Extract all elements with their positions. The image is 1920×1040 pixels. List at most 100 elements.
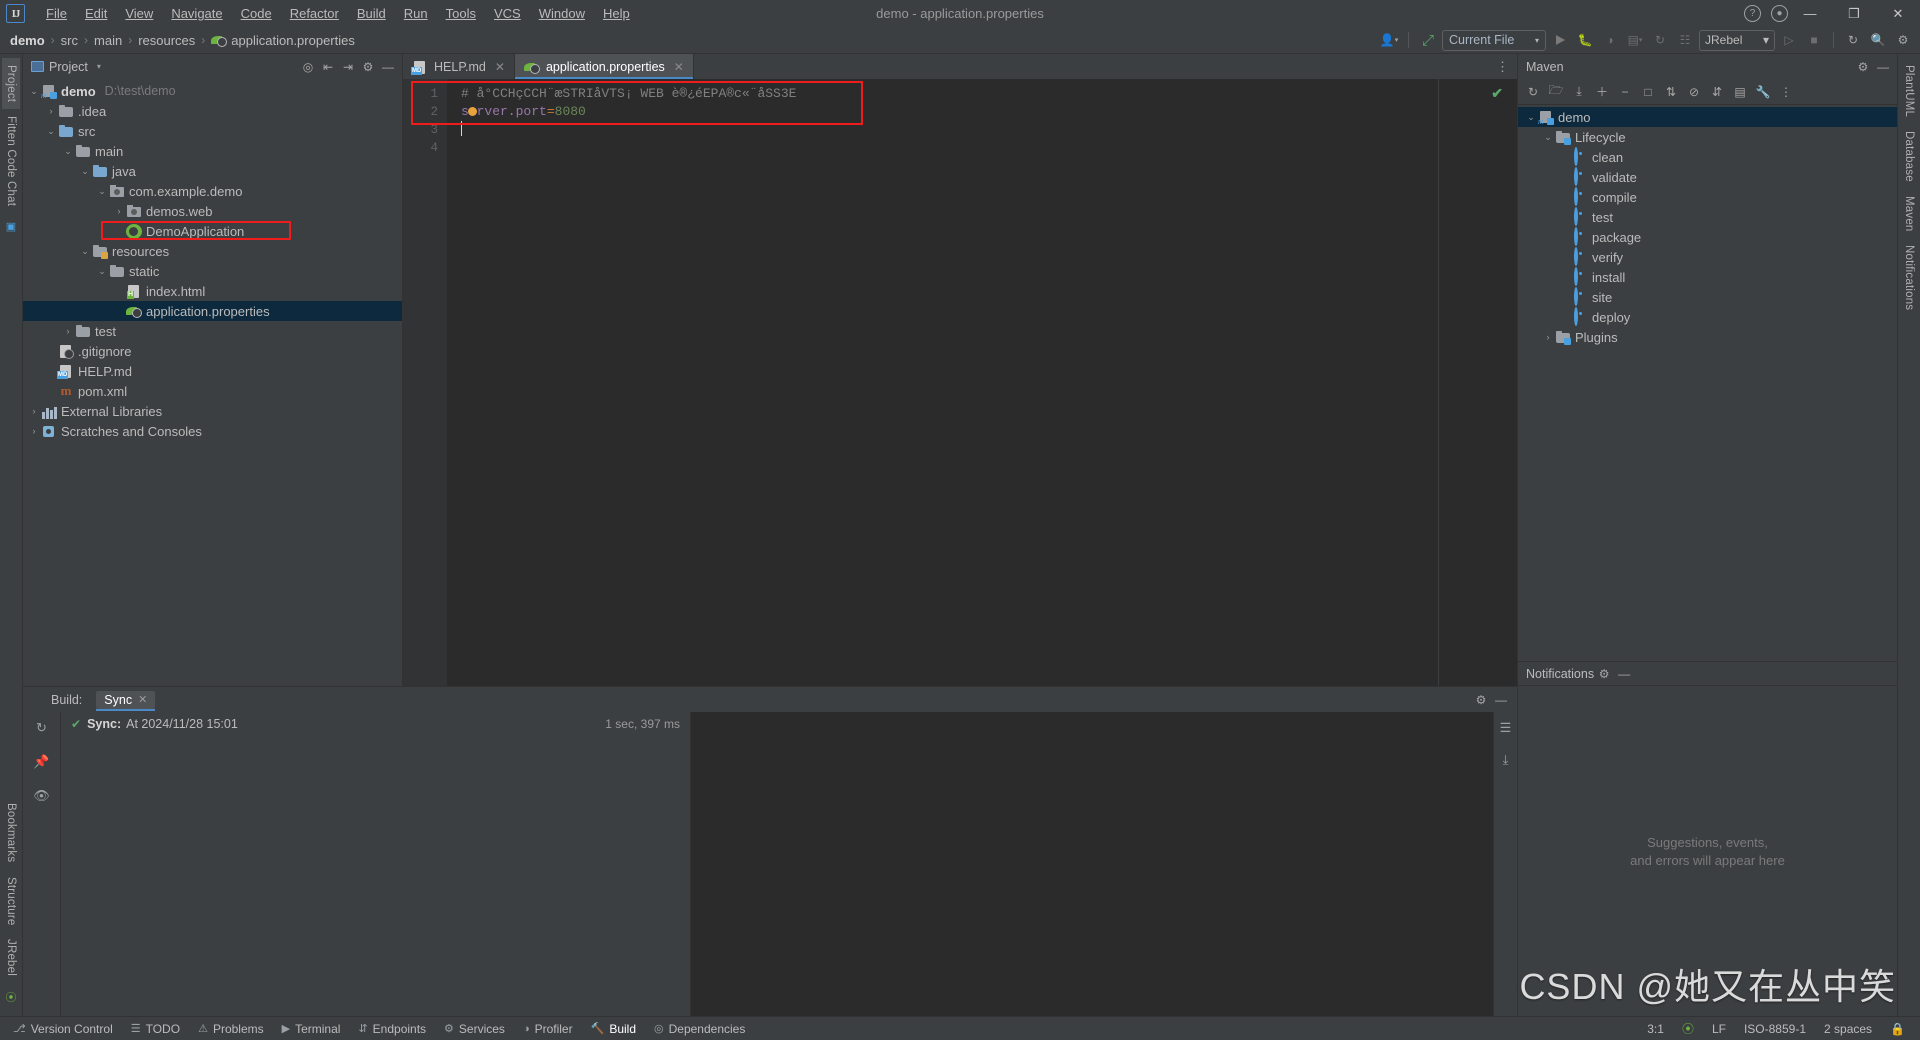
- close-icon[interactable]: ✕: [674, 60, 684, 74]
- status-profiler[interactable]: ◑ Profiler: [514, 1022, 582, 1036]
- build-sync-row[interactable]: ✔ Sync: At 2024/11/28 15:01 1 sec, 397 m…: [61, 714, 690, 734]
- status-line-separator[interactable]: LF: [1703, 1022, 1735, 1036]
- skip-tests-icon[interactable]: ⇵: [1706, 81, 1728, 102]
- tree-row-java[interactable]: ⌄ java: [23, 161, 402, 181]
- breadcrumb-main[interactable]: main: [94, 33, 122, 48]
- run-with-coverage-button[interactable]: ◑: [1599, 30, 1621, 51]
- console-filter-icon[interactable]: ☰: [1496, 718, 1516, 738]
- remove-icon[interactable]: −: [1614, 81, 1636, 102]
- maven-row-clean[interactable]: clean: [1518, 147, 1897, 167]
- user-avatar-icon[interactable]: 👤 ▾: [1378, 30, 1400, 51]
- maven-row-plugins[interactable]: › Plugins: [1518, 327, 1897, 347]
- menu-navigate[interactable]: Navigate: [162, 2, 231, 25]
- lock-icon[interactable]: 🔒: [1881, 1022, 1914, 1036]
- chevron-right-icon[interactable]: ›: [44, 106, 58, 116]
- menu-file[interactable]: File: [37, 2, 76, 25]
- maven-more-icon[interactable]: ⋮: [1775, 81, 1797, 102]
- debug-button[interactable]: 🐛: [1574, 30, 1596, 51]
- breadcrumb-leaf[interactable]: application.properties: [231, 33, 355, 48]
- rerun-button[interactable]: ↻: [1649, 30, 1671, 51]
- sidebar-tab-database[interactable]: Database: [1900, 124, 1918, 189]
- build-console[interactable]: ☰ ⤓: [691, 712, 1517, 1016]
- tree-row-com-example-demo[interactable]: ⌄ com.example.demo: [23, 181, 402, 201]
- execute-goal-icon[interactable]: ▤: [1729, 81, 1751, 102]
- chevron-down-icon[interactable]: ⌄: [27, 86, 41, 97]
- chevron-down-icon[interactable]: ⌄: [1524, 112, 1538, 123]
- sidebar-tab-maven[interactable]: Maven: [1900, 189, 1918, 239]
- menu-window[interactable]: Window: [530, 2, 594, 25]
- tree-row-main[interactable]: ⌄ main: [23, 141, 402, 161]
- tree-row-demo[interactable]: ⌄ demo D:\test\demo: [23, 81, 402, 101]
- chevron-down-icon[interactable]: ⌄: [1541, 132, 1555, 143]
- sidebar-tab-plantuml[interactable]: PlantUML: [1900, 58, 1918, 124]
- status-indent[interactable]: 2 spaces: [1815, 1022, 1881, 1036]
- expand-icon[interactable]: ⇅: [1660, 81, 1682, 102]
- maven-row-site[interactable]: site: [1518, 287, 1897, 307]
- jrebel-logo-icon[interactable]: ⦿: [3, 988, 20, 1005]
- code-line-2[interactable]: server.port=8080: [447, 103, 1517, 121]
- status-problems[interactable]: ⚠ Problems: [189, 1022, 273, 1036]
- status-terminal[interactable]: ▶ Terminal: [273, 1022, 350, 1036]
- rerun-sync-icon[interactable]: ↻: [32, 718, 52, 738]
- menu-build[interactable]: Build: [348, 2, 395, 25]
- project-panel-title-group[interactable]: Project ▾: [31, 60, 101, 74]
- tree-row-demoapplication[interactable]: DemoApplication: [23, 221, 402, 241]
- menu-view[interactable]: View: [116, 2, 162, 25]
- status-endpoints[interactable]: ⇵ Endpoints: [349, 1022, 435, 1036]
- tree-row-resources[interactable]: ⌄ resources: [23, 241, 402, 261]
- sidebar-tab-jrebel[interactable]: JRebel: [2, 932, 20, 983]
- maven-tree[interactable]: ⌄demo⌄Lifecyclecleanvalidatecompiletestp…: [1518, 105, 1897, 661]
- build-tree[interactable]: ✔ Sync: At 2024/11/28 15:01 1 sec, 397 m…: [61, 712, 691, 1016]
- maven-row-validate[interactable]: validate: [1518, 167, 1897, 187]
- maven-row-compile[interactable]: compile: [1518, 187, 1897, 207]
- editor-tab-application-properties[interactable]: application.properties ✕: [514, 54, 694, 79]
- code-line-1[interactable]: # å°CCHçCCH¨æSTRIåVTS¡ WEB è®¿éEPA®c«¨åS…: [447, 85, 1517, 103]
- settings-gear-icon[interactable]: ⚙: [1892, 30, 1914, 51]
- tree-row-application-properties[interactable]: application.properties: [23, 301, 402, 321]
- chevron-down-icon[interactable]: ⌄: [44, 126, 58, 137]
- tree-row-index-html[interactable]: index.html: [23, 281, 402, 301]
- build-settings-gear-icon[interactable]: ⚙: [1471, 690, 1491, 710]
- status-dependencies[interactable]: ◎ Dependencies: [645, 1022, 754, 1036]
- tree-row--idea[interactable]: › .idea: [23, 101, 402, 121]
- editor-code-area[interactable]: # å°CCHçCCH¨æSTRIåVTS¡ WEB è®¿éEPA®c«¨åS…: [447, 79, 1517, 686]
- status-build[interactable]: 🔨 Build: [582, 1022, 645, 1036]
- console-scroll-end-icon[interactable]: ⤓: [1496, 750, 1516, 770]
- inspection-ok-icon[interactable]: ✔: [1491, 85, 1503, 102]
- build-hammer-icon[interactable]: ⤢: [1417, 30, 1439, 51]
- maximize-button[interactable]: ❐: [1832, 0, 1876, 27]
- editor-tab-help-md[interactable]: HELP.md ✕: [403, 54, 515, 79]
- breadcrumb-resources[interactable]: resources: [138, 33, 195, 48]
- toggle-offline-icon[interactable]: ⊘: [1683, 81, 1705, 102]
- status-todo[interactable]: ☰ TODO: [122, 1022, 189, 1036]
- menu-tools[interactable]: Tools: [437, 2, 485, 25]
- sidebar-tab-fitten-code-chat[interactable]: Fitten Code Chat: [2, 109, 20, 213]
- status-caret-position[interactable]: 3:1: [1638, 1022, 1673, 1036]
- code-line-3[interactable]: [447, 121, 1517, 139]
- maven-settings-gear-icon[interactable]: ⚙: [1853, 57, 1873, 77]
- status-file-encoding[interactable]: ISO-8859-1: [1735, 1022, 1815, 1036]
- collapse-all-icon[interactable]: ⇥: [338, 57, 358, 77]
- breadcrumb-root[interactable]: demo: [10, 33, 45, 48]
- maven-row-deploy[interactable]: deploy: [1518, 307, 1897, 327]
- run-button[interactable]: [1549, 30, 1571, 51]
- jrebel-stop-button[interactable]: ■: [1803, 30, 1825, 51]
- tree-row-external-libraries[interactable]: › External Libraries: [23, 401, 402, 421]
- sidebar-tab-project[interactable]: Project: [2, 58, 20, 110]
- tree-row-src[interactable]: ⌄ src: [23, 121, 402, 141]
- jrebel-run-button[interactable]: ▷: [1778, 30, 1800, 51]
- close-button[interactable]: ✕: [1876, 0, 1920, 27]
- hide-project-panel-icon[interactable]: —: [378, 57, 398, 77]
- maven-row-demo[interactable]: ⌄ demo: [1518, 107, 1897, 127]
- notifications-settings-gear-icon[interactable]: ⚙: [1594, 664, 1614, 684]
- minimize-button[interactable]: —: [1788, 0, 1832, 27]
- breadcrumb-src[interactable]: src: [61, 33, 78, 48]
- jrebel-selector[interactable]: JRebel ▾: [1699, 29, 1775, 51]
- tree-row-pom-xml[interactable]: m pom.xml: [23, 381, 402, 401]
- menu-edit[interactable]: Edit: [76, 2, 116, 25]
- sidebar-tab-notifications[interactable]: Notifications: [1900, 238, 1918, 317]
- maven-settings-icon[interactable]: 🔧: [1752, 81, 1774, 102]
- help-circle-icon[interactable]: ?: [1744, 5, 1761, 22]
- menu-refactor[interactable]: Refactor: [281, 2, 348, 25]
- maven-row-lifecycle[interactable]: ⌄ Lifecycle: [1518, 127, 1897, 147]
